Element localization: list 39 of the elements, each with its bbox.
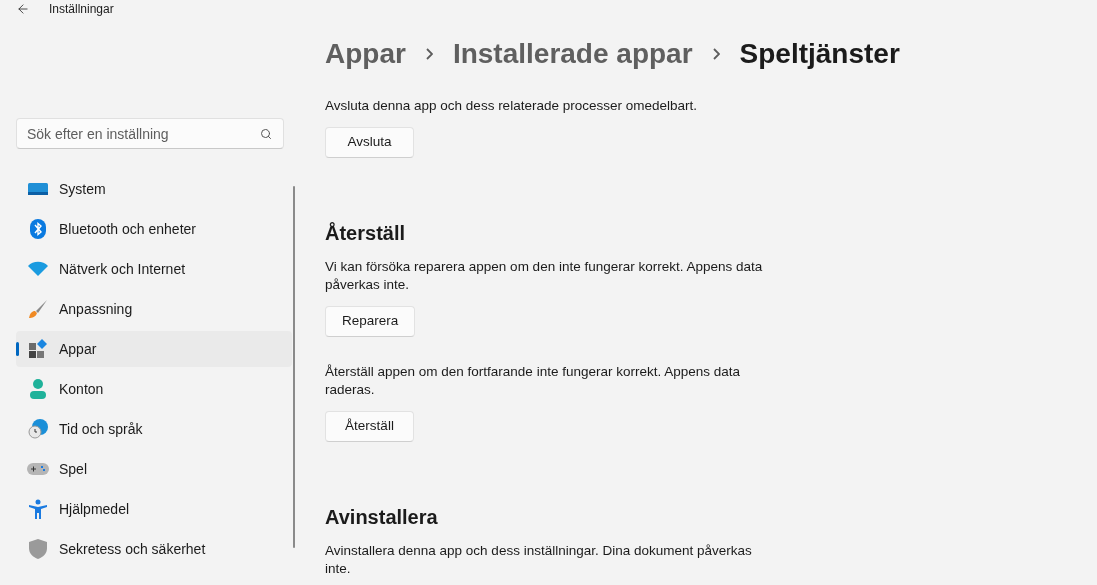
nav-item[interactable]: Spel	[16, 451, 292, 487]
nav-item[interactable]: System	[16, 171, 292, 207]
chevron-icon	[425, 48, 433, 60]
breadcrumb-item[interactable]: Appar	[325, 33, 406, 75]
search-icon	[260, 128, 272, 140]
action-button[interactable]: Reparera	[325, 306, 416, 337]
description-text: Avsluta denna app och dess relaterade processer omedelbart.	[325, 97, 698, 115]
breadcrumb-item: Speltjänster	[739, 37, 900, 71]
apps-icon	[27, 339, 48, 359]
nav-item[interactable]: Tid och språk	[16, 411, 292, 447]
action-button[interactable]: Avsluta	[325, 127, 414, 158]
scrollbar[interactable]	[293, 186, 295, 548]
gamepad-icon	[26, 462, 49, 476]
back-icon[interactable]	[16, 2, 30, 16]
action-button[interactable]: Återställ	[325, 411, 414, 442]
wifi-icon	[27, 261, 48, 277]
selection-indicator	[16, 342, 19, 356]
chevron-icon	[712, 48, 720, 60]
breadcrumb-item[interactable]: Installerade appar	[452, 33, 693, 75]
description-text: Avinstallera denna app och dess inställningar. Dina dokument påverkas inte.	[325, 542, 753, 578]
nav-item[interactable]: Bluetooth och enheter	[16, 211, 292, 247]
nav-item[interactable]: Anpassning	[16, 291, 292, 327]
accessibility-icon	[27, 499, 48, 519]
window-title: Inställningar	[49, 1, 114, 18]
description-text: Vi kan försöka reparera appen om den inte fungerar korrekt. Appens data påverkas inte.	[325, 258, 764, 294]
section-heading: Återställ	[325, 221, 407, 246]
description-text: Återställ appen om den fortfarande inte fungerar korrekt. Appens data raderas.	[325, 363, 741, 399]
nav-item[interactable]: Appar	[16, 331, 292, 367]
bluetooth-icon	[29, 219, 46, 239]
globe-clock-icon	[27, 419, 48, 439]
nav-item[interactable]: Konton	[16, 371, 292, 407]
person-icon	[28, 379, 47, 399]
shield-icon	[28, 539, 47, 559]
nav-item[interactable]: Sekretess och säkerhet	[16, 531, 292, 567]
section-heading: Avinstallera	[325, 505, 439, 530]
monitor-icon	[27, 181, 48, 197]
nav-item[interactable]: Nätverk och Internet	[16, 251, 292, 287]
search-field[interactable]: Sök efter en inställning	[16, 118, 284, 149]
nav-item[interactable]: Hjälpmedel	[16, 491, 292, 527]
